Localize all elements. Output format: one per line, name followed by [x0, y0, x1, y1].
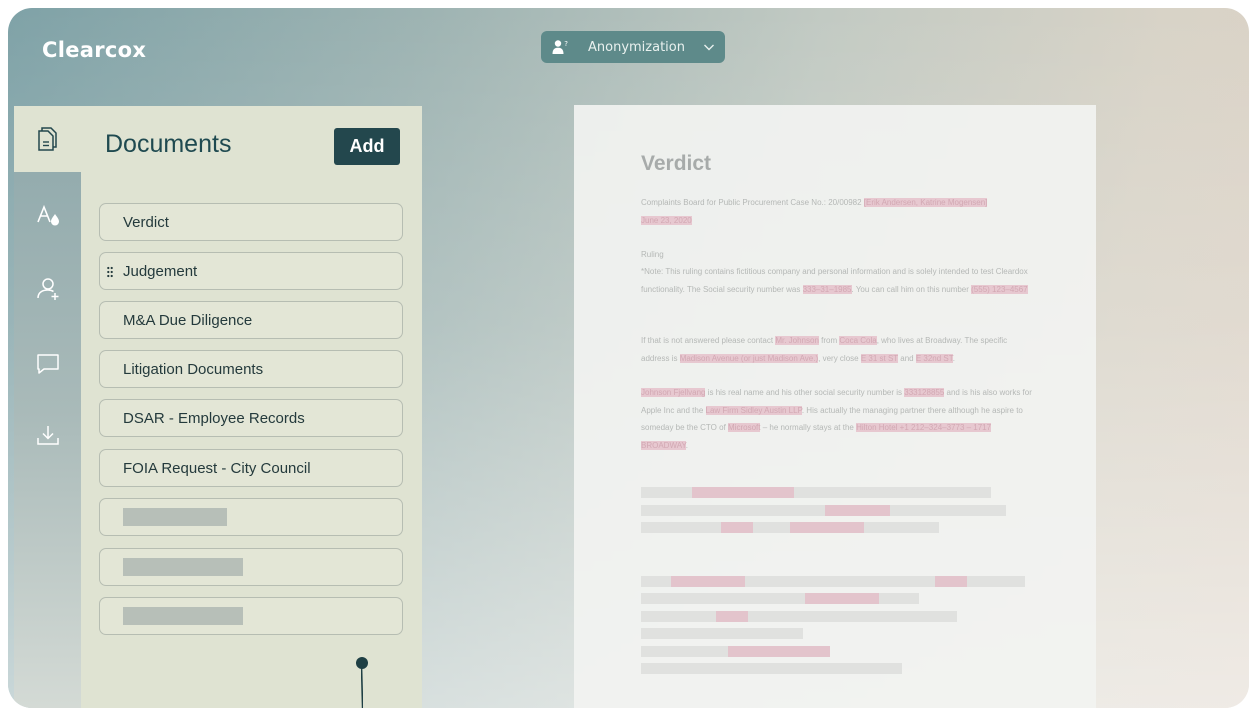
document-preview: Verdict Complaints Board for Public Proc…: [574, 105, 1096, 708]
document-item-label: Litigation Documents: [123, 360, 264, 378]
redacted-address[interactable]: Madison Avenue (or just Madison Ave.): [679, 353, 819, 363]
documents-panel: Documents Add Verdict Judgement M&A Due …: [81, 106, 422, 708]
document-item[interactable]: DSAR - Employee Records: [99, 399, 403, 437]
app-logo: Clearcox: [42, 38, 147, 62]
redacted-name[interactable]: Johnson Fjellvang: [641, 388, 706, 397]
redacted-street[interactable]: E 31 st ST: [860, 353, 899, 363]
document-item-placeholder[interactable]: [99, 597, 403, 635]
panel-title: Documents: [105, 130, 232, 158]
app-window: Clearcox ? Anonymization Documents Add V…: [8, 8, 1249, 708]
redacted-date[interactable]: June 23, 2020: [641, 215, 692, 225]
svg-text:?: ?: [564, 40, 568, 48]
redacted-names[interactable]: [Erik Andersen, Katrine Mogensen]: [863, 198, 988, 207]
document-item[interactable]: FOIA Request - City Council: [99, 449, 403, 487]
chevron-down-icon: [704, 44, 714, 51]
mode-label: Anonymization: [588, 39, 685, 55]
redaction-placeholder: [805, 593, 879, 604]
text-run: and: [898, 353, 916, 363]
document-note-paragraph: *Note: This ruling contains fictitious c…: [641, 263, 1036, 298]
rail-download[interactable]: [14, 402, 81, 468]
document-item-label: FOIA Request - City Council: [123, 459, 311, 477]
text-run: Complaints Board for Public Procurement …: [641, 198, 864, 207]
mode-dropdown[interactable]: ? Anonymization: [541, 31, 725, 63]
document-item-label: Verdict: [123, 213, 169, 231]
redaction-placeholder: [790, 522, 864, 533]
rail-styles[interactable]: [14, 183, 81, 249]
add-document-button[interactable]: Add: [334, 128, 400, 165]
document-item[interactable]: M&A Due Diligence: [99, 301, 403, 339]
rail-comments[interactable]: [14, 331, 81, 397]
text-run: .: [952, 353, 955, 363]
document-title: Verdict: [641, 152, 712, 175]
pointer-line: [361, 666, 363, 708]
text-run: from: [818, 336, 840, 345]
download-icon: [36, 426, 59, 445]
redaction-placeholder: [825, 505, 890, 516]
redacted-firm[interactable]: Law Firm Sidley Austin LLP: [705, 405, 802, 415]
redacted-phone[interactable]: (555) 123–4567: [971, 284, 1028, 294]
redaction-placeholder: [716, 611, 748, 622]
text-run: . You can call him on this number: [851, 284, 972, 294]
text-line-placeholder: [641, 628, 803, 639]
document-item-label: Judgement: [123, 262, 198, 280]
text-run: , very close: [818, 353, 861, 363]
document-item[interactable]: Judgement: [99, 252, 403, 290]
document-contact-paragraph: If that is not answered please contact M…: [641, 332, 1036, 367]
add-person-icon: [36, 278, 58, 300]
document-item-label: M&A Due Diligence: [123, 311, 253, 329]
drag-handle-icon[interactable]: [107, 266, 113, 278]
text-run: – he normally stays at the: [760, 423, 857, 432]
placeholder-bar: [123, 558, 243, 576]
comment-icon: [36, 354, 59, 374]
user-question-icon: ?: [552, 40, 568, 54]
document-item-placeholder[interactable]: [99, 498, 403, 536]
redaction-placeholder: [721, 522, 753, 533]
redaction-placeholder: [728, 646, 830, 657]
text-line-placeholder: [641, 663, 902, 674]
redacted-ssn[interactable]: 333–31–1985: [802, 284, 852, 294]
redaction-placeholder: [692, 487, 794, 498]
documents-icon: [37, 127, 57, 151]
document-item-placeholder[interactable]: [99, 548, 403, 586]
redacted-company[interactable]: Microsoft: [728, 423, 761, 432]
document-item[interactable]: Verdict: [99, 203, 403, 241]
document-header-text: Complaints Board for Public Procurement …: [641, 194, 1036, 229]
redacted-company[interactable]: Coca Cola: [839, 336, 877, 345]
text-line-placeholder: [641, 505, 1006, 516]
document-item[interactable]: Litigation Documents: [99, 350, 403, 388]
document-ruling-heading: Ruling: [641, 250, 664, 259]
left-rail: [14, 106, 81, 708]
redacted-ssn[interactable]: 333128855: [904, 388, 945, 397]
text-run: If that is not answered please contact: [641, 336, 776, 345]
rail-documents[interactable]: [14, 106, 81, 172]
text-line-placeholder: [641, 611, 957, 622]
placeholder-bar: [123, 607, 243, 625]
placeholder-bar: [123, 508, 227, 526]
font-color-icon: [36, 204, 59, 226]
redacted-name[interactable]: Mr. Johnson: [775, 336, 819, 345]
redacted-street[interactable]: E 32nd ST: [915, 353, 953, 363]
redaction-placeholder: [935, 576, 967, 587]
text-run: is his real name and his other social se…: [705, 388, 905, 397]
document-item-label: DSAR - Employee Records: [123, 409, 305, 427]
document-identity-paragraph: Johnson Fjellvang is his real name and h…: [641, 384, 1036, 454]
redaction-placeholder: [671, 576, 745, 587]
rail-entities[interactable]: [14, 256, 81, 322]
text-run: .: [685, 440, 688, 450]
